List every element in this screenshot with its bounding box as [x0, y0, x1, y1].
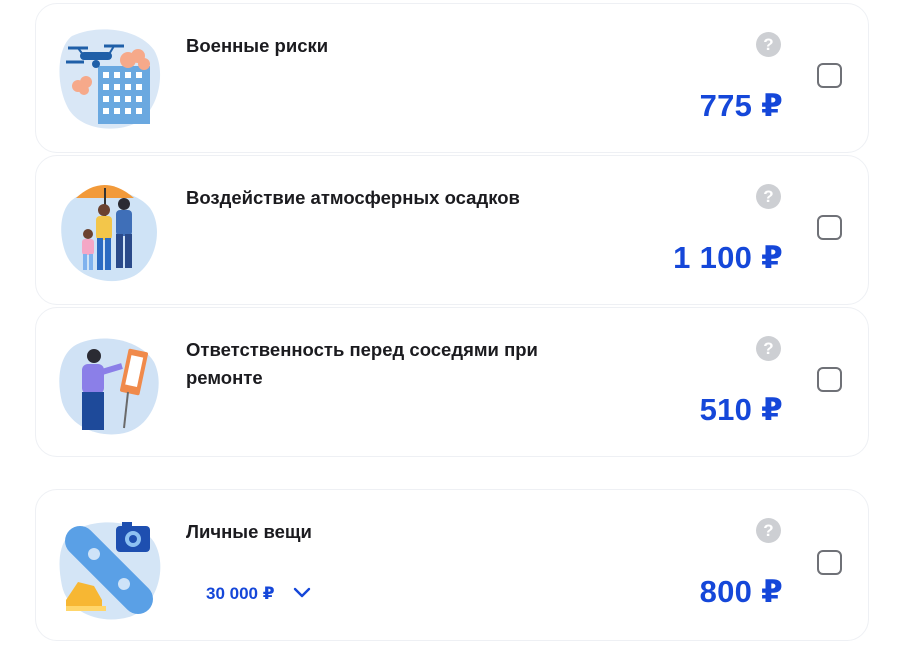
option-title: Воздействие атмосферных осадков — [186, 187, 520, 208]
umbrella-family-icon — [58, 178, 162, 282]
option-checkbox[interactable] — [817, 215, 842, 240]
coverage-amount-select[interactable]: 30 000 ₽ — [206, 582, 311, 606]
option-title: Военные риски — [186, 35, 329, 56]
help-icon[interactable]: ? — [756, 32, 781, 57]
option-price: 510 ₽ — [699, 392, 783, 427]
coverage-amount-value: 30 000 ₽ — [206, 584, 275, 603]
option-checkbox[interactable] — [817, 63, 842, 88]
option-price: 1 100 ₽ — [673, 240, 783, 275]
option-checkbox[interactable] — [817, 367, 842, 392]
option-card-neighbor-liability: Ответственность перед соседями при ремон… — [35, 307, 869, 457]
option-title: Личные вещи — [186, 521, 312, 542]
option-price: 800 ₽ — [699, 574, 783, 609]
option-checkbox[interactable] — [817, 550, 842, 575]
help-icon[interactable]: ? — [756, 336, 781, 361]
drone-building-icon — [58, 26, 162, 130]
option-price: 775 ₽ — [699, 88, 783, 123]
chevron-down-icon — [293, 585, 311, 603]
option-card-personal-items: Личные вещи ? 30 000 ₽ 800 ₽ — [35, 489, 869, 641]
help-icon[interactable]: ? — [756, 518, 781, 543]
option-card-precipitation: Воздействие атмосферных осадков ? 1 100 … — [35, 155, 869, 305]
help-icon[interactable]: ? — [756, 184, 781, 209]
snowboard-camera-sneakers-icon — [58, 516, 162, 620]
option-title: Ответственность перед соседями при ремон… — [186, 339, 538, 388]
option-card-military-risks: Военные риски ? 775 ₽ — [35, 3, 869, 153]
neighbor-renovation-icon — [58, 332, 162, 436]
